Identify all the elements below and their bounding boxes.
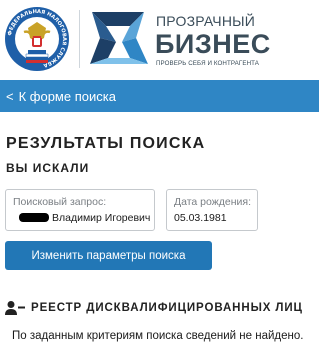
search-query-value: Владимир Игоревич [52, 212, 151, 224]
page-title: РЕЗУЛЬТАТЫ ПОИСКА [6, 135, 206, 152]
person-minus-icon [5, 301, 25, 315]
search-query-value-row: Владимир Игоревич [13, 212, 151, 224]
search-query-field: Поисковый запрос: Владимир Игоревич [5, 189, 155, 231]
birth-date-value: 05.03.1981 [174, 212, 227, 224]
search-query-label: Поисковый запрос: [13, 196, 107, 208]
brand-main-text: БИЗНЕС [155, 29, 271, 59]
registry-title: РЕЕСТР ДИСКВАЛИФИЦИРОВАННЫХ ЛИЦ [31, 302, 303, 314]
birth-date-label: Дата рождения: [174, 196, 251, 208]
section-subtitle: ВЫ ИСКАЛИ [6, 161, 90, 175]
site-header: ФЕДЕРАЛЬНАЯ НАЛОГОВАЯ СЛУЖБА ПРОЗРАЧНЫЙ … [0, 0, 319, 78]
chevron-left-icon: < [6, 88, 14, 104]
no-results-message: По заданным критериям поиска сведений не… [12, 330, 304, 342]
transparent-business-logo-icon [90, 12, 148, 64]
nav-bar: < К форме поиска [0, 80, 319, 112]
registry-section-header: РЕЕСТР ДИСКВАЛИФИЦИРОВАННЫХ ЛИЦ [5, 300, 303, 316]
fns-emblem-icon: ФЕДЕРАЛЬНАЯ НАЛОГОВАЯ СЛУЖБА [5, 7, 69, 71]
back-link-label: К форме поиска [18, 88, 116, 104]
back-to-search-link[interactable]: < К форме поиска [0, 89, 116, 104]
brand-top-text: ПРОЗРАЧНЫЙ [156, 13, 255, 29]
birth-date-field: Дата рождения: 05.03.1981 [166, 189, 258, 231]
brand-tagline: ПРОВЕРЬ СЕБЯ И КОНТРАГЕНТА [156, 60, 260, 67]
header-divider [79, 10, 80, 68]
change-search-params-button[interactable]: Изменить параметры поиска [5, 241, 212, 270]
redacted-surname [19, 213, 49, 222]
